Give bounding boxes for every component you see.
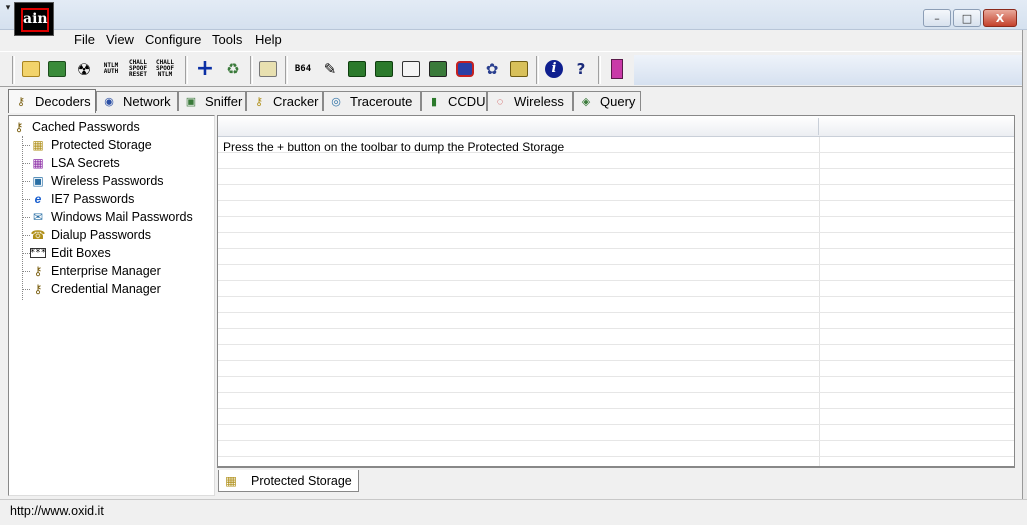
internet-explorer-icon: e xyxy=(34,192,42,206)
ntlm-auth-icon[interactable]: NTLM AUTH xyxy=(100,58,122,80)
lsa-secrets-icon: ▦ xyxy=(32,156,44,170)
tree-item-protected-storage[interactable]: ▦ Protected Storage xyxy=(30,136,151,154)
wireless-computer-icon: ▣ xyxy=(32,174,44,188)
cracker-icon: ⚷ xyxy=(254,96,264,108)
tree-item-credential-manager[interactable]: ⚷ Credential Manager xyxy=(30,280,161,298)
info-icon[interactable]: i xyxy=(543,58,565,80)
tree-item-edit-boxes[interactable]: *** Edit Boxes xyxy=(30,244,111,262)
tab-ccdu[interactable]: ▮ CCDU xyxy=(421,91,487,111)
system-menu-icon[interactable]: ▾ xyxy=(2,2,14,14)
tree-item-dialup-passwords[interactable]: ☎ Dialup Passwords xyxy=(30,226,152,244)
window-edge xyxy=(1022,30,1027,500)
tree-item-enterprise-manager[interactable]: ⚷ Enterprise Manager xyxy=(30,262,161,280)
decoders-icon: ⚷ xyxy=(16,96,26,108)
base64-icon[interactable]: B64 xyxy=(292,58,314,80)
tree-item-ie7-passwords[interactable]: e IE7 Passwords xyxy=(30,190,135,208)
recycle-bin-icon[interactable]: ♻ xyxy=(222,58,244,80)
menu-bar: File View Configure Tools Help xyxy=(0,30,1027,50)
tree-item-lsa-secrets[interactable]: ▦ LSA Secrets xyxy=(30,154,119,172)
tab-query[interactable]: ◈ Query xyxy=(573,91,641,111)
status-url: http://www.oxid.it xyxy=(10,504,104,518)
key-icon[interactable] xyxy=(508,58,530,80)
tab-protected-storage[interactable]: ▦ Protected Storage xyxy=(218,470,359,492)
maximize-button[interactable]: □ xyxy=(953,9,981,27)
logo-text: ain xyxy=(23,11,48,27)
tab-network[interactable]: ◉ Network xyxy=(96,91,178,111)
exit-icon[interactable] xyxy=(606,58,628,80)
results-list[interactable]: Press the + button on the toolbar to dum… xyxy=(217,115,1015,467)
bottom-tab-strip: ▦ Protected Storage xyxy=(217,467,1015,496)
menu-view[interactable]: View xyxy=(106,32,134,48)
wizard-icon[interactable]: ✿ xyxy=(481,58,503,80)
toolbar-fill xyxy=(634,55,1022,85)
ccdu-icon: ▮ xyxy=(430,96,438,108)
tab-wireless[interactable]: ◌ Wireless xyxy=(487,91,573,111)
toolbar-grip[interactable] xyxy=(185,56,188,84)
column-header-2[interactable] xyxy=(819,118,1014,135)
tab-decoders[interactable]: ⚷ Decoders xyxy=(8,89,96,113)
protected-storage-icon: ▦ xyxy=(225,474,237,488)
minimize-button[interactable]: – xyxy=(923,9,951,27)
cain-logo: ain xyxy=(14,2,54,36)
vnc-password-icon[interactable] xyxy=(373,58,395,80)
list-header xyxy=(218,116,1014,137)
edit-box-icon: *** xyxy=(29,248,47,258)
tab-traceroute[interactable]: ◎ Traceroute xyxy=(323,91,421,111)
status-bar: http://www.oxid.it xyxy=(0,499,1027,525)
traceroute-icon: ◎ xyxy=(331,96,341,108)
keys-icon: ⚷ xyxy=(14,120,24,134)
start-sniffer-icon[interactable] xyxy=(46,58,68,80)
tree-item-windows-mail-passwords[interactable]: ✉ Windows Mail Passwords xyxy=(30,208,193,226)
toolbar: ☢ NTLM AUTH CHALL SPOOF RESET CHALL SPOO… xyxy=(0,51,1022,87)
arp-poison-icon[interactable]: ☢ xyxy=(73,58,95,80)
toolbar-grip xyxy=(536,56,539,84)
toolbar-grip xyxy=(285,56,288,84)
list-message: Press the + button on the toolbar to dum… xyxy=(223,140,565,154)
network-icon: ◉ xyxy=(104,96,114,108)
column-header-1[interactable] xyxy=(218,118,819,135)
toolbar-grip[interactable] xyxy=(12,56,15,84)
chall-spoof-reset-icon[interactable]: CHALL SPOOF RESET xyxy=(127,58,149,80)
tree-root-cached-passwords[interactable]: ⚷ Cached Passwords xyxy=(11,118,140,136)
credential-manager-icon: ⚷ xyxy=(33,282,43,296)
network-icon[interactable]: ✎ xyxy=(319,58,341,80)
tab-cracker[interactable]: ⚷ Cracker xyxy=(246,91,323,111)
toolbar-grip xyxy=(250,56,253,84)
tab-sniffer[interactable]: ▣ Sniffer xyxy=(178,91,246,111)
decoder-tree: ⚷ Cached Passwords ▦ Protected Storage ▦ LS… xyxy=(8,115,215,496)
chall-spoof-ntlm-icon[interactable]: CHALL SPOOF NTLM xyxy=(154,58,176,80)
help-icon[interactable]: ? xyxy=(570,58,592,80)
add-icon[interactable]: + xyxy=(194,58,216,80)
enterprise-manager-icon: ⚷ xyxy=(33,264,43,278)
open-folder-icon[interactable] xyxy=(20,58,42,80)
screen-icon[interactable] xyxy=(427,58,449,80)
menu-help[interactable]: Help xyxy=(255,32,282,48)
title-bar: ▾ ain – □ X xyxy=(0,0,1027,36)
menu-file[interactable]: File xyxy=(74,32,95,48)
tree-item-wireless-passwords[interactable]: ▣ Wireless Passwords xyxy=(30,172,163,190)
query-icon: ◈ xyxy=(581,96,591,108)
sniffer-icon: ▣ xyxy=(185,96,197,108)
mail-icon: ✉ xyxy=(32,210,44,224)
dialup-icon: ☎ xyxy=(30,228,46,242)
box-revealer-icon[interactable] xyxy=(400,58,422,80)
certificate-icon[interactable] xyxy=(257,58,279,80)
menu-tools[interactable]: Tools xyxy=(212,32,242,48)
menu-configure[interactable]: Configure xyxy=(145,32,201,48)
tab-strip: ⚷ Decoders ◉ Network ▣ Sniffer ⚷ Cracker ◎ Tr… xyxy=(0,88,1027,113)
hash-calculator-icon[interactable] xyxy=(454,58,476,80)
close-button[interactable]: X xyxy=(983,9,1017,27)
cisco-type7-icon[interactable] xyxy=(346,58,368,80)
protected-storage-icon: ▦ xyxy=(32,138,44,152)
toolbar-grip xyxy=(598,56,601,84)
wireless-icon: ◌ xyxy=(496,95,504,108)
